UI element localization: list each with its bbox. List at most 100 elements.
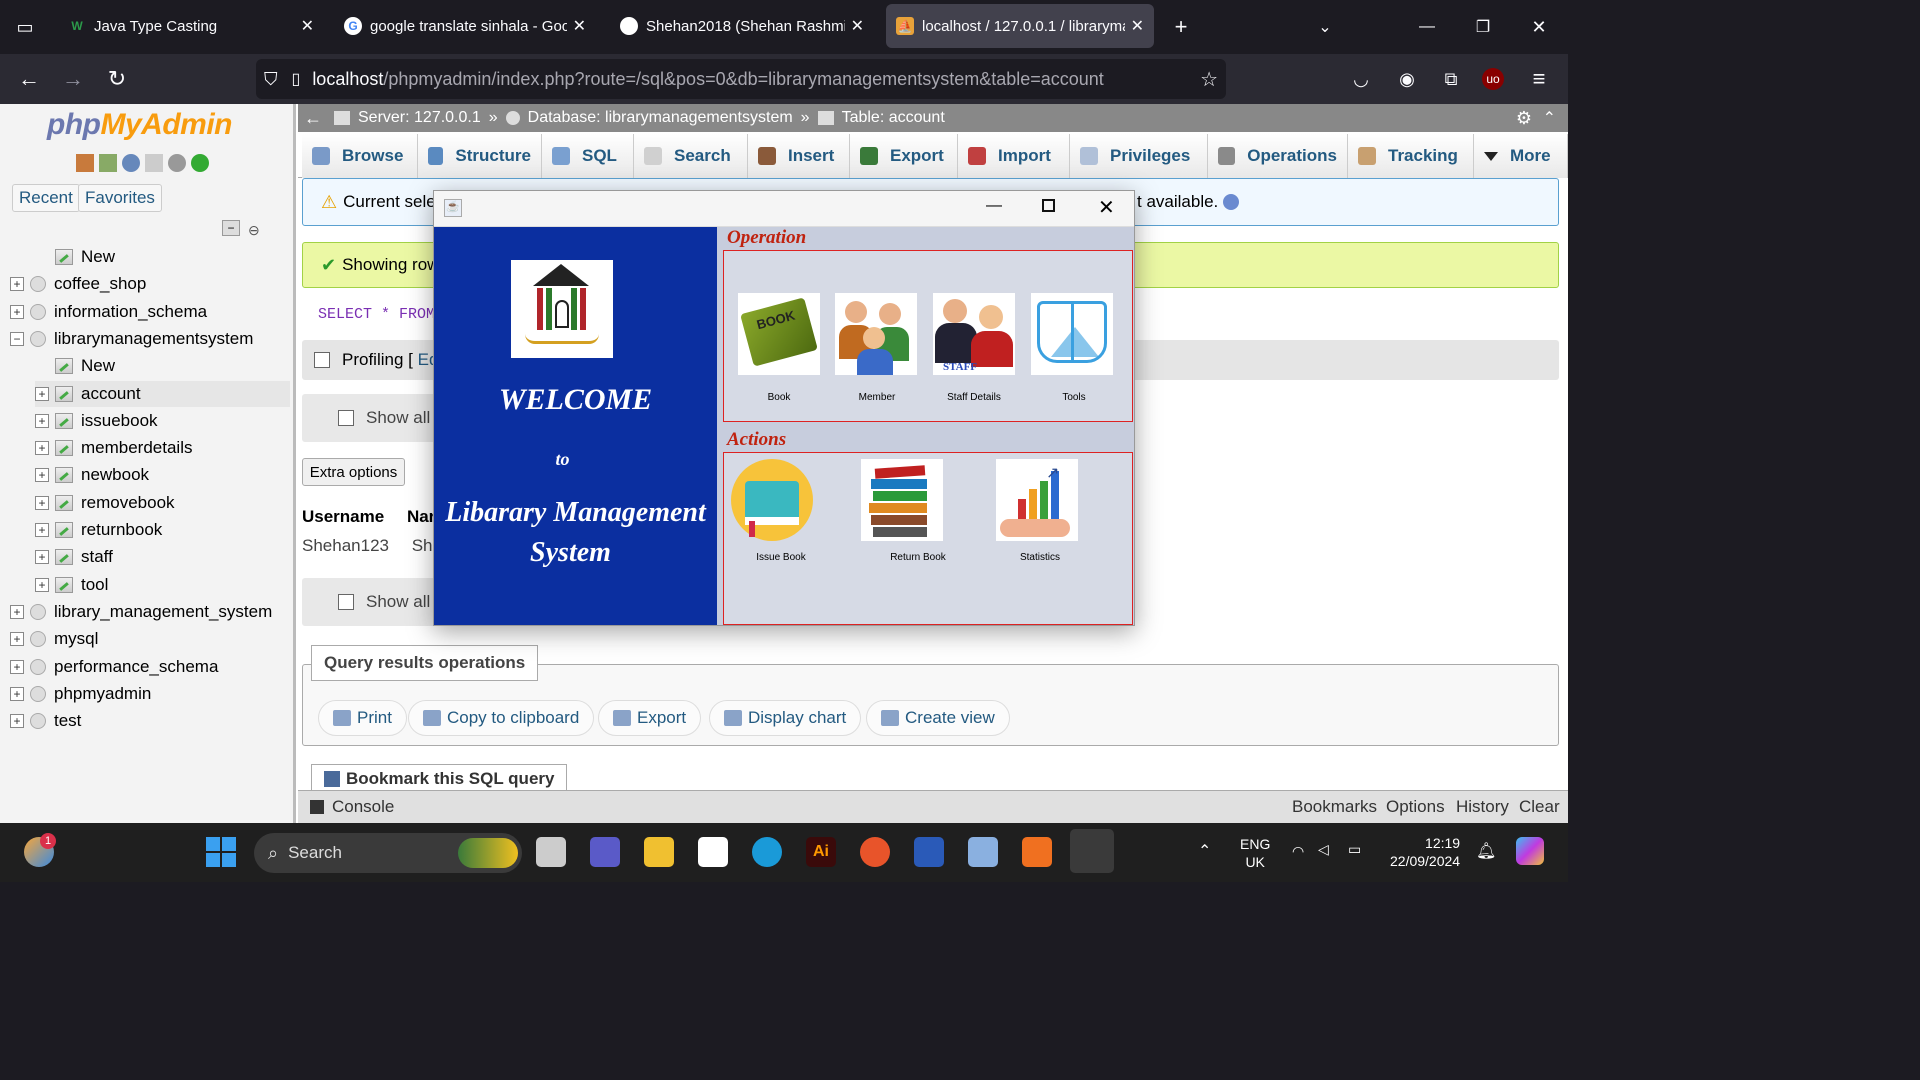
expand-icon[interactable]: + [35,550,49,565]
notification-bell-icon[interactable]: 🔔︎ [1476,841,1496,861]
return-book-button[interactable] [861,459,943,541]
expand-icon[interactable]: + [35,577,49,592]
close-tab-icon[interactable]: ✕ [851,16,864,36]
forward-icon[interactable]: → [60,66,86,92]
tab-insert[interactable]: Insert [748,134,850,178]
settings-icon[interactable] [168,154,186,172]
collapse-icon[interactable]: − [10,331,24,346]
tab-operations[interactable]: Operations [1208,134,1348,178]
expand-icon[interactable]: + [10,632,24,647]
refresh-icon[interactable] [191,154,209,172]
tree-item[interactable]: + phpmyadmin [10,681,290,707]
home-icon[interactable] [76,154,94,172]
create-view-button[interactable]: Create view [866,700,1010,736]
tree-item[interactable]: + staff [35,544,290,570]
reload-icon[interactable]: ↻ [104,66,130,92]
word-icon[interactable] [914,837,944,867]
taskbar-search[interactable]: ⌕ Search [254,833,522,873]
expand-icon[interactable]: + [10,659,24,674]
expand-icon[interactable]: + [10,304,24,319]
tree-item[interactable]: + mysql [10,626,290,652]
recent-button[interactable]: Recent [12,184,80,212]
store-icon[interactable] [698,837,728,867]
console-bookmarks[interactable]: Bookmarks [1292,797,1377,817]
export-button[interactable]: Export [598,700,702,736]
tab-browse[interactable]: Browse [302,134,418,178]
teams-icon[interactable] [590,837,620,867]
tree-item[interactable]: + issuebook [35,408,290,434]
new-tab-icon[interactable]: + [1168,14,1194,40]
tree-item[interactable]: − librarymanagementsystem [10,326,290,352]
book-button[interactable]: BOOK [738,293,820,375]
gear-icon[interactable]: ⚙ [1516,108,1532,129]
pocket-icon[interactable]: ◡ [1348,66,1374,92]
breadcrumb-server[interactable]: Server: 127.0.0.1 [358,109,481,127]
expand-icon[interactable]: + [35,523,49,537]
tab-search[interactable]: Search [634,134,748,178]
app-title-bar[interactable]: ☕ — ✕ [434,191,1134,227]
cell-username[interactable]: Shehan123 [302,536,389,555]
browser-tab-4[interactable]: ⛵ localhost / 127.0.0.1 / libraryma ✕ [886,4,1154,48]
close-tab-icon[interactable]: ✕ [573,16,586,36]
expand-icon[interactable]: + [35,386,49,401]
menu-icon[interactable]: ≡ [1526,66,1552,92]
staff-details-button[interactable]: STAFF [933,293,1015,375]
tree-item[interactable]: + removebook [35,490,290,516]
console-clear[interactable]: Clear [1519,797,1560,817]
expand-icon[interactable]: + [35,441,49,456]
back-icon[interactable]: ← [16,66,42,92]
minimize-icon[interactable]: — [986,197,1002,215]
expand-icon[interactable]: + [35,495,49,510]
bookmark-star-icon[interactable]: ☆ [1200,67,1218,92]
tree-item[interactable]: + newbook [35,462,290,488]
chevron-down-icon[interactable]: ⌄ [1312,14,1338,40]
help-icon[interactable] [122,154,140,172]
ublock-icon[interactable]: uo [1482,68,1504,90]
account-icon[interactable]: ◉ [1394,66,1420,92]
console-options[interactable]: Options [1386,797,1445,817]
restore-icon[interactable]: ❐ [1470,14,1496,40]
wifi-icon[interactable]: ◠ [1292,843,1304,860]
browser-tab-3[interactable]: Shehan2018 (Shehan Rashmika) ✕ [610,4,874,48]
tab-export[interactable]: Export [850,134,958,178]
tree-item[interactable]: + test [10,708,290,734]
tree-item[interactable]: + tool [35,572,290,598]
statistics-button[interactable]: ↗ [996,459,1078,541]
print-button[interactable]: Print [318,700,407,736]
issue-book-button[interactable] [731,459,813,541]
breadcrumb-database[interactable]: Database: librarymanagementsystem [528,109,793,127]
virtualbox-icon[interactable] [968,837,998,867]
expand-icon[interactable]: + [10,714,24,729]
close-window-icon[interactable]: ✕ [1526,14,1552,40]
collapse-arrow-icon[interactable]: ← [304,108,322,129]
info-icon[interactable] [1223,194,1239,210]
close-tab-icon[interactable]: ✕ [1131,16,1144,36]
close-icon[interactable]: ✕ [1098,195,1115,220]
browser-tab-2[interactable]: G google translate sinhala - Goog ✕ [334,4,596,48]
expand-icon[interactable]: + [10,604,24,619]
tree-item[interactable]: + library_management_system [10,599,290,625]
tools-button[interactable] [1031,293,1113,375]
show-hidden-icons[interactable]: ⌃ [1198,841,1211,861]
show-all-checkbox[interactable] [338,410,354,426]
tree-item[interactable]: + information_schema [10,299,290,325]
display-chart-button[interactable]: Display chart [709,700,862,736]
close-tab-icon[interactable]: ✕ [301,16,314,36]
console-history[interactable]: History [1456,797,1509,817]
edge-icon[interactable] [752,837,782,867]
collapse-icon[interactable]: ⌃ [1543,108,1556,128]
firefox-icon[interactable] [860,837,890,867]
tab-tracking[interactable]: Tracking [1348,134,1474,178]
tab-privileges[interactable]: Privileges [1070,134,1208,178]
profiling-checkbox[interactable] [314,352,330,368]
breadcrumb-table[interactable]: Table: account [842,109,945,127]
address-bar[interactable]: ⛉ ▯ localhost/phpmyadmin/index.php?route… [256,59,1226,99]
docs-icon[interactable] [145,154,163,172]
xampp-icon[interactable] [1022,837,1052,867]
browser-tab-1[interactable]: W Java Type Casting ✕ [58,4,324,48]
shield-icon[interactable]: ⛉ [264,69,278,90]
extra-options-button[interactable]: Extra options [302,458,405,486]
start-icon[interactable] [206,837,236,867]
minimize-icon[interactable]: — [1414,14,1440,40]
column-username[interactable]: Username [302,507,384,526]
